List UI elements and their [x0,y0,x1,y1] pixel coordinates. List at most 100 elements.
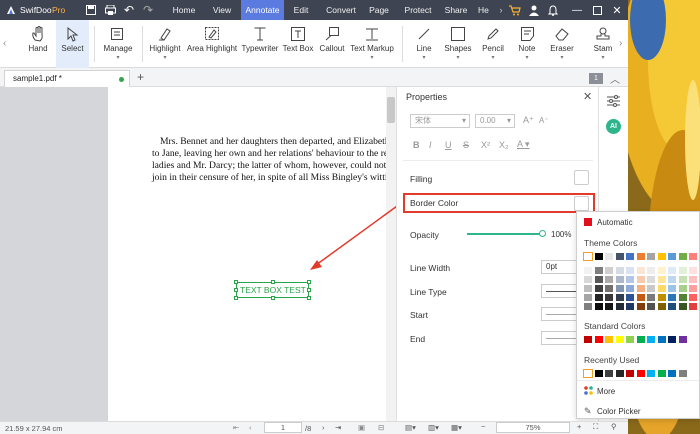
theme-color-swatch[interactable] [668,267,676,274]
theme-color-swatch[interactable] [668,285,676,292]
theme-color-swatch[interactable] [636,267,645,274]
subscript-icon[interactable]: X₂ [499,140,509,150]
theme-color-swatch[interactable] [657,253,666,260]
superscript-icon[interactable]: X² [481,140,490,150]
menu-protect[interactable]: Protect [399,0,437,20]
standard-color-swatch[interactable] [636,336,645,343]
document-tab[interactable]: sample1.pdf * [4,70,130,87]
theme-color-swatch[interactable] [615,276,624,283]
standard-color-swatch[interactable] [668,336,676,343]
border-color-swatch[interactable] [574,196,589,211]
theme-color-swatch[interactable] [657,303,666,310]
prev-page-icon[interactable]: ‹ [249,423,252,432]
theme-color-swatch[interactable] [626,303,634,310]
resize-handle[interactable] [234,288,238,292]
decrease-font-icon[interactable]: A⁻ [539,116,549,125]
opacity-slider-thumb[interactable] [539,230,546,237]
theme-color-swatch[interactable] [636,253,645,260]
theme-color-swatch[interactable] [594,294,603,301]
resize-handle[interactable] [307,288,311,292]
first-page-icon[interactable]: ⇤ [233,423,239,432]
theme-color-swatch[interactable] [594,276,603,283]
theme-color-swatch[interactable] [678,253,687,260]
color-picker-option[interactable]: Color Picker [597,407,641,416]
standard-color-swatch[interactable] [594,336,603,343]
theme-color-swatch[interactable] [689,285,697,292]
zoom-in-icon[interactable]: + [577,422,581,431]
theme-color-swatch[interactable] [626,294,634,301]
theme-color-swatch[interactable] [615,267,624,274]
tool-hand[interactable]: Hand [22,20,54,68]
close-panel-icon[interactable]: ✕ [583,90,592,103]
scroll-mode-icon[interactable]: ▦▾ [451,423,462,432]
theme-color-swatch[interactable] [647,303,655,310]
recent-color-swatch[interactable] [583,369,593,378]
line-width-input[interactable]: 0pt [541,260,581,274]
theme-color-swatch[interactable] [605,253,613,260]
theme-color-swatch[interactable] [657,276,666,283]
menu-help[interactable]: He [478,0,494,20]
recent-color-swatch[interactable] [615,370,624,377]
resize-handle[interactable] [234,280,238,284]
menu-view[interactable]: View [205,0,239,20]
theme-color-swatch[interactable] [636,276,645,283]
theme-color-swatch[interactable] [626,253,634,260]
scrollbar-thumb[interactable] [387,97,395,123]
theme-color-swatch[interactable] [626,285,634,292]
collapse-ribbon-icon[interactable]: ︿ [610,71,620,86]
tool-pencil[interactable]: Pencil ▾ [478,20,508,68]
page-layout-icon[interactable]: ▥▾ [428,423,439,432]
theme-color-swatch[interactable] [647,285,655,292]
filling-color-swatch[interactable] [574,170,589,185]
tool-highlight[interactable]: Highlight ▾ [146,20,184,68]
new-tab-plus-icon[interactable]: + [137,70,144,84]
menu-annotate[interactable]: Annotate [241,0,284,20]
recent-color-swatch[interactable] [657,370,666,377]
standard-color-swatch[interactable] [626,336,634,343]
theme-color-swatch[interactable] [689,294,697,301]
theme-color-swatch[interactable] [678,267,687,274]
font-size-select[interactable]: 0.00 ▾ [475,114,515,128]
pin-icon[interactable]: ⚲ [611,422,617,431]
theme-color-swatch[interactable] [605,285,613,292]
standard-color-swatch[interactable] [605,336,613,343]
menu-scroll-right-icon[interactable]: › [494,3,508,17]
maximize-icon[interactable] [590,3,604,17]
theme-color-swatch[interactable] [605,294,613,301]
theme-color-swatch[interactable] [657,285,666,292]
theme-color-swatch[interactable] [678,303,687,310]
next-page-icon[interactable]: › [322,423,325,432]
theme-color-swatch[interactable] [689,253,697,260]
save-icon[interactable] [84,3,98,17]
menu-convert[interactable]: Convert [320,0,362,20]
theme-color-swatch[interactable] [594,267,603,274]
italic-icon[interactable]: I [429,140,432,150]
end-arrow-select[interactable] [541,331,581,345]
theme-color-swatch[interactable] [668,253,676,260]
recent-color-swatch[interactable] [626,370,634,377]
tool-shapes[interactable]: Shapes ▾ [442,20,474,68]
standard-color-swatch[interactable] [678,336,687,343]
standard-color-swatch[interactable] [584,336,592,343]
tool-stamp[interactable]: Stam ▾ [590,20,616,68]
theme-color-swatch[interactable] [689,276,697,283]
theme-color-swatch[interactable] [647,253,655,260]
bold-icon[interactable]: B [413,140,420,150]
strikethrough-icon[interactable]: S [463,140,469,150]
recent-color-swatch[interactable] [605,370,613,377]
theme-color-swatch[interactable] [605,303,613,310]
redo-icon[interactable]: ↷ [141,3,155,17]
undo-icon[interactable]: ↶ [122,3,136,17]
resize-handle[interactable] [307,280,311,284]
tool-line[interactable]: Line ▾ [410,20,438,68]
resize-handle[interactable] [234,296,238,300]
theme-color-swatch[interactable] [584,276,592,283]
standard-color-swatch[interactable] [647,336,655,343]
start-arrow-select[interactable] [541,307,581,321]
font-family-select[interactable]: 宋体 ▾ [410,114,470,128]
theme-color-swatch[interactable] [689,303,697,310]
tool-callout[interactable]: Callout [316,20,348,68]
theme-color-swatch[interactable] [584,294,592,301]
close-window-icon[interactable]: ✕ [610,3,624,17]
recent-color-swatch[interactable] [636,370,645,377]
